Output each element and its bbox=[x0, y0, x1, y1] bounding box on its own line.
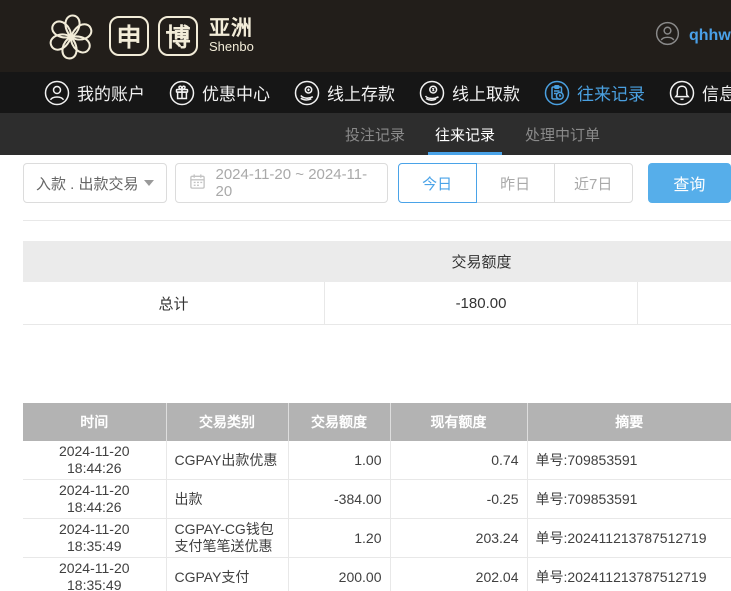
cell-time: 2024-11-20 18:44:26 bbox=[23, 441, 167, 480]
cell-balance: 0.74 bbox=[390, 441, 528, 480]
brand-logo: 申 博 亚洲 Shenbo bbox=[42, 7, 254, 65]
cell-type: CGPAY支付 bbox=[166, 557, 289, 591]
page: 申 博 亚洲 Shenbo qhhw 我的账户 优惠中心 线上存款 线上取款 往… bbox=[0, 0, 731, 591]
nav-item-withdraw[interactable]: 线上取款 bbox=[419, 80, 520, 106]
cell-type: CGPAY-CG钱包支付笔笔送优惠 bbox=[166, 518, 289, 558]
transaction-type-value: 入款 . 出款交易 bbox=[36, 175, 139, 193]
avatar-icon bbox=[655, 21, 680, 51]
cell-balance: -0.25 bbox=[390, 479, 528, 519]
nav-label: 我的账户 bbox=[77, 85, 145, 104]
last7days-button[interactable]: 近7日 bbox=[553, 163, 633, 203]
summary-table: 交易额度 总计 -180.00 bbox=[23, 241, 731, 325]
today-button[interactable]: 今日 bbox=[397, 163, 477, 203]
nav-label: 优惠中心 bbox=[202, 85, 270, 104]
calendar-icon bbox=[189, 173, 206, 194]
nav-item-promotions[interactable]: 优惠中心 bbox=[169, 80, 270, 106]
nav-label: 信息 bbox=[702, 85, 731, 104]
cell-memo: 单号:202411213787512719 bbox=[527, 557, 731, 591]
nav-item-messages[interactable]: 信息 bbox=[669, 80, 731, 106]
records-icon bbox=[544, 80, 570, 106]
table-row: 2024-11-20 18:44:26 出款 -384.00 -0.25 单号:… bbox=[23, 479, 731, 519]
deposit-icon bbox=[294, 80, 320, 106]
tab-betting-records[interactable]: 投注记录 bbox=[345, 113, 405, 155]
flower-logo-icon bbox=[42, 7, 100, 65]
table-header-row: 时间 交易类别 交易额度 现有额度 摘要 bbox=[23, 403, 731, 441]
col-balance: 现有额度 bbox=[390, 403, 528, 441]
col-memo: 摘要 bbox=[527, 403, 731, 441]
summary-total-label: 总计 bbox=[23, 282, 325, 324]
logo-region-zh: 亚洲 bbox=[209, 17, 253, 41]
logo-char-bo: 博 bbox=[158, 16, 198, 56]
filter-row: 入款 . 出款交易 2024-11-20 ~ 2024-11-20 今日 昨日 … bbox=[23, 163, 731, 203]
yesterday-button[interactable]: 昨日 bbox=[475, 163, 555, 203]
summary-header-amount: 交易额度 bbox=[451, 254, 512, 271]
cell-type: 出款 bbox=[166, 479, 289, 519]
cell-memo: 单号:709853591 bbox=[527, 441, 731, 480]
nav-label: 线上取款 bbox=[452, 85, 520, 104]
summary-total-value: -180.00 bbox=[325, 282, 638, 324]
username[interactable]: qhhw bbox=[689, 27, 731, 45]
logo-region: 亚洲 Shenbo bbox=[209, 18, 254, 54]
gift-icon bbox=[169, 80, 195, 106]
nav-label: 往来记录 bbox=[577, 85, 645, 104]
logo-region-latin: Shenbo bbox=[209, 39, 254, 55]
chevron-down-icon bbox=[144, 180, 155, 186]
cell-time: 2024-11-20 18:35:49 bbox=[23, 557, 167, 591]
table-row: 2024-11-20 18:35:49 CGPAY支付 200.00 202.0… bbox=[23, 557, 731, 591]
transaction-type-select[interactable]: 入款 . 出款交易 bbox=[23, 163, 168, 203]
withdraw-icon bbox=[419, 80, 445, 106]
cell-amount: 1.00 bbox=[288, 441, 391, 480]
cell-time: 2024-11-20 18:44:26 bbox=[23, 479, 167, 519]
cell-time: 2024-11-20 18:35:49 bbox=[23, 518, 167, 558]
cell-memo: 单号:709853591 bbox=[527, 479, 731, 519]
top-header: 申 博 亚洲 Shenbo qhhw bbox=[0, 0, 731, 72]
tab-pending-orders[interactable]: 处理中订单 bbox=[525, 113, 600, 155]
cell-balance: 202.04 bbox=[390, 557, 528, 591]
section-divider bbox=[23, 220, 731, 221]
nav-label: 线上存款 bbox=[327, 85, 395, 104]
cell-amount: -384.00 bbox=[288, 479, 391, 519]
cell-memo: 单号:202411213787512719 bbox=[527, 518, 731, 558]
summary-header-row: 交易额度 bbox=[23, 241, 731, 282]
col-time: 时间 bbox=[23, 403, 167, 441]
tab-transaction-records[interactable]: 往来记录 bbox=[428, 113, 503, 155]
cell-amount: 200.00 bbox=[288, 557, 391, 591]
nav-item-deposit[interactable]: 线上存款 bbox=[294, 80, 395, 106]
main-nav: 我的账户 优惠中心 线上存款 线上取款 往来记录 信息 bbox=[0, 72, 731, 113]
user-icon bbox=[44, 80, 70, 106]
logo-char-shen: 申 bbox=[109, 16, 149, 56]
summary-total-empty bbox=[638, 282, 731, 324]
quick-range-group: 今日 昨日 近7日 bbox=[397, 163, 633, 203]
nav-item-my-account[interactable]: 我的账户 bbox=[44, 80, 145, 106]
summary-total-row: 总计 -180.00 bbox=[23, 282, 731, 325]
cell-balance: 203.24 bbox=[390, 518, 528, 558]
cell-type: CGPAY出款优惠 bbox=[166, 441, 289, 480]
table-row: 2024-11-20 18:35:49 CGPAY-CG钱包支付笔笔送优惠 1.… bbox=[23, 518, 731, 558]
record-subtabs: 投注记录 往来记录 处理中订单 bbox=[0, 113, 731, 155]
col-amount: 交易额度 bbox=[288, 403, 391, 441]
col-type: 交易类别 bbox=[166, 403, 289, 441]
search-button[interactable]: 查询 bbox=[647, 163, 731, 203]
cell-amount: 1.20 bbox=[288, 518, 391, 558]
table-row: 2024-11-20 18:44:26 CGPAY出款优惠 1.00 0.74 … bbox=[23, 441, 731, 480]
date-range-input[interactable]: 2024-11-20 ~ 2024-11-20 bbox=[175, 163, 388, 203]
bell-icon bbox=[669, 80, 695, 106]
transactions-table: 时间 交易类别 交易额度 现有额度 摘要 2024-11-20 18:44:26… bbox=[23, 403, 731, 591]
date-range-value: 2024-11-20 ~ 2024-11-20 bbox=[215, 166, 368, 200]
user-account[interactable]: qhhw bbox=[655, 0, 731, 72]
nav-item-transaction-records[interactable]: 往来记录 bbox=[544, 80, 645, 106]
